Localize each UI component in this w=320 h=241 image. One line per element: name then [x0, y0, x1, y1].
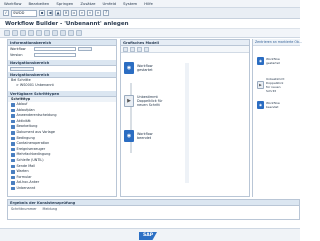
- page-title: Workflow Builder - 'Unbenannt' anlegen: [0, 19, 300, 29]
- first-page-icon[interactable]: «: [87, 10, 93, 16]
- node-end[interactable]: ◉ Workflow beendet: [124, 130, 163, 142]
- version-field-row: Version: [8, 52, 116, 58]
- undefined-step-icon: ▶: [124, 95, 134, 107]
- node-start[interactable]: ◉ Workflow gestartet: [124, 62, 163, 74]
- zoom-in-icon[interactable]: [123, 46, 128, 52]
- step-type-icon: [11, 158, 15, 163]
- nav-item-workflow[interactable]: > WS0001 Unbenannt: [8, 83, 116, 88]
- new-icon[interactable]: [4, 30, 10, 36]
- save-icon[interactable]: ▪: [39, 10, 45, 16]
- menu-help[interactable]: Hilfe: [144, 1, 153, 6]
- menu-workflow[interactable]: Workflow: [4, 1, 21, 6]
- cancel-icon[interactable]: ✕: [63, 10, 69, 16]
- node-undefined[interactable]: ▶ Unbestimmt Doppelklick für neuen Schri…: [124, 95, 169, 107]
- step-type-icon: [11, 170, 15, 174]
- version-label: Version: [10, 53, 23, 57]
- step-type-icon: [11, 175, 15, 180]
- graphical-model-panel: Grafisches Modell ◉ Workflow gestartet ▶…: [120, 39, 250, 197]
- workflow-search-button[interactable]: [78, 46, 92, 52]
- left-panel: Informationsbereich Workflow Version Nav…: [7, 39, 117, 197]
- print-graph-icon[interactable]: [137, 46, 142, 52]
- menu-system[interactable]: System: [123, 1, 137, 6]
- activate-icon[interactable]: [20, 30, 26, 36]
- workflow-graph: [130, 63, 189, 183]
- confirm-icon[interactable]: ✓: [3, 10, 9, 16]
- overview-node-start-label: Workflow gestartet: [266, 57, 280, 65]
- overview-node-undefined[interactable]: ▶ Unbestimmt Doppelklick für neuen Schri…: [257, 77, 288, 93]
- overview-node-end-label: Workflow beendet: [266, 101, 280, 109]
- overview-icon[interactable]: [144, 46, 149, 52]
- versions-icon[interactable]: [76, 30, 82, 36]
- sap-logo: SAP: [139, 232, 157, 240]
- overview-node-end[interactable]: ◉ Workflow beendet: [257, 101, 286, 109]
- step-type-icon: [11, 153, 15, 157]
- exit-icon[interactable]: ▲: [55, 10, 61, 16]
- menu-edit[interactable]: Bearbeiten: [28, 1, 49, 6]
- node-end-label: Workflow beendet: [137, 132, 153, 140]
- center-selection-link[interactable]: Zentrieren an markierte Ob...: [253, 39, 302, 46]
- graph-separator: [185, 63, 189, 183]
- node-undefined-label: Unbestimmt Doppelklick für neuen Schritt: [137, 95, 163, 107]
- help-icon[interactable]: ?: [103, 10, 109, 16]
- step-type-icon: [11, 181, 15, 185]
- workflow-end-icon: ◉: [124, 130, 134, 142]
- step-type-icon: [11, 142, 15, 146]
- overview-panel: Zentrieren an markierte Ob... ◉ Workflow…: [252, 39, 302, 197]
- column-step-number: Schrittnummer: [11, 207, 37, 211]
- column-message: Meldung: [42, 207, 58, 211]
- node-start-label: Workflow gestartet: [137, 64, 153, 72]
- step-type-icon: [11, 103, 15, 107]
- application-toolbar: [0, 29, 300, 38]
- step-type-icon: [11, 131, 15, 135]
- print-icon[interactable]: ▫: [71, 10, 77, 16]
- step-type-icon: [11, 147, 15, 152]
- properties-icon[interactable]: [52, 30, 58, 36]
- test-icon[interactable]: [36, 30, 42, 36]
- menu-goto[interactable]: Springen: [56, 1, 73, 6]
- graph-toolbar: [121, 46, 249, 53]
- open-icon[interactable]: [12, 30, 18, 36]
- container-icon[interactable]: [44, 30, 50, 36]
- step-type-label: Unbenannt: [16, 185, 36, 190]
- step-type-icon: [11, 114, 15, 118]
- step-type-icon: [11, 119, 15, 124]
- nav-filter-button[interactable]: [10, 66, 34, 72]
- step-type-item[interactable]: Unbenannt: [8, 186, 116, 192]
- undefined-step-icon: ▶: [257, 81, 264, 89]
- consistency-columns: Schrittnummer Meldung: [8, 206, 299, 212]
- workflow-label: Workflow: [10, 47, 26, 51]
- step-type-icon: [11, 125, 15, 129]
- workflow-input[interactable]: [34, 46, 76, 52]
- check-icon[interactable]: [28, 30, 34, 36]
- binding-icon[interactable]: [68, 30, 74, 36]
- workflow-start-icon: ◉: [124, 62, 134, 74]
- version-input[interactable]: [34, 52, 76, 58]
- menu-extras[interactable]: Zusätze: [80, 1, 95, 6]
- last-page-icon[interactable]: »: [95, 10, 101, 16]
- status-bar: SAP: [0, 228, 300, 241]
- zoom-out-icon[interactable]: [130, 46, 135, 52]
- overview-node-start[interactable]: ◉ Workflow gestartet: [257, 57, 286, 65]
- find-icon[interactable]: ⌕: [79, 10, 85, 16]
- step-type-icon: [11, 186, 15, 191]
- step-type-icon: [11, 108, 15, 113]
- graph-icon[interactable]: [60, 30, 66, 36]
- menu-bar: Workflow Bearbeiten Springen Zusätze Umf…: [0, 0, 300, 8]
- step-type-icon: [11, 164, 15, 169]
- step-type-icon: [11, 136, 15, 141]
- consistency-check-panel: Ergebnis der Konsistenzprüfung Schrittnu…: [7, 199, 300, 220]
- step-type-list: Ablauf Ablaufplan Anwenderentscheidung Akti…: [8, 102, 116, 192]
- standard-toolbar: ✓ SWDD ▪ ◀ ▲ ✕ ▫ ⌕ « » ?: [0, 8, 300, 19]
- overview-node-undefined-label: Unbestimmt Doppelklick für neuen Schritt: [266, 77, 285, 93]
- workflow-end-icon: ◉: [257, 101, 264, 109]
- command-field[interactable]: SWDD: [11, 9, 37, 17]
- menu-environment[interactable]: Umfeld: [102, 1, 116, 6]
- back-icon[interactable]: ◀: [47, 10, 53, 16]
- workflow-start-icon: ◉: [257, 57, 264, 65]
